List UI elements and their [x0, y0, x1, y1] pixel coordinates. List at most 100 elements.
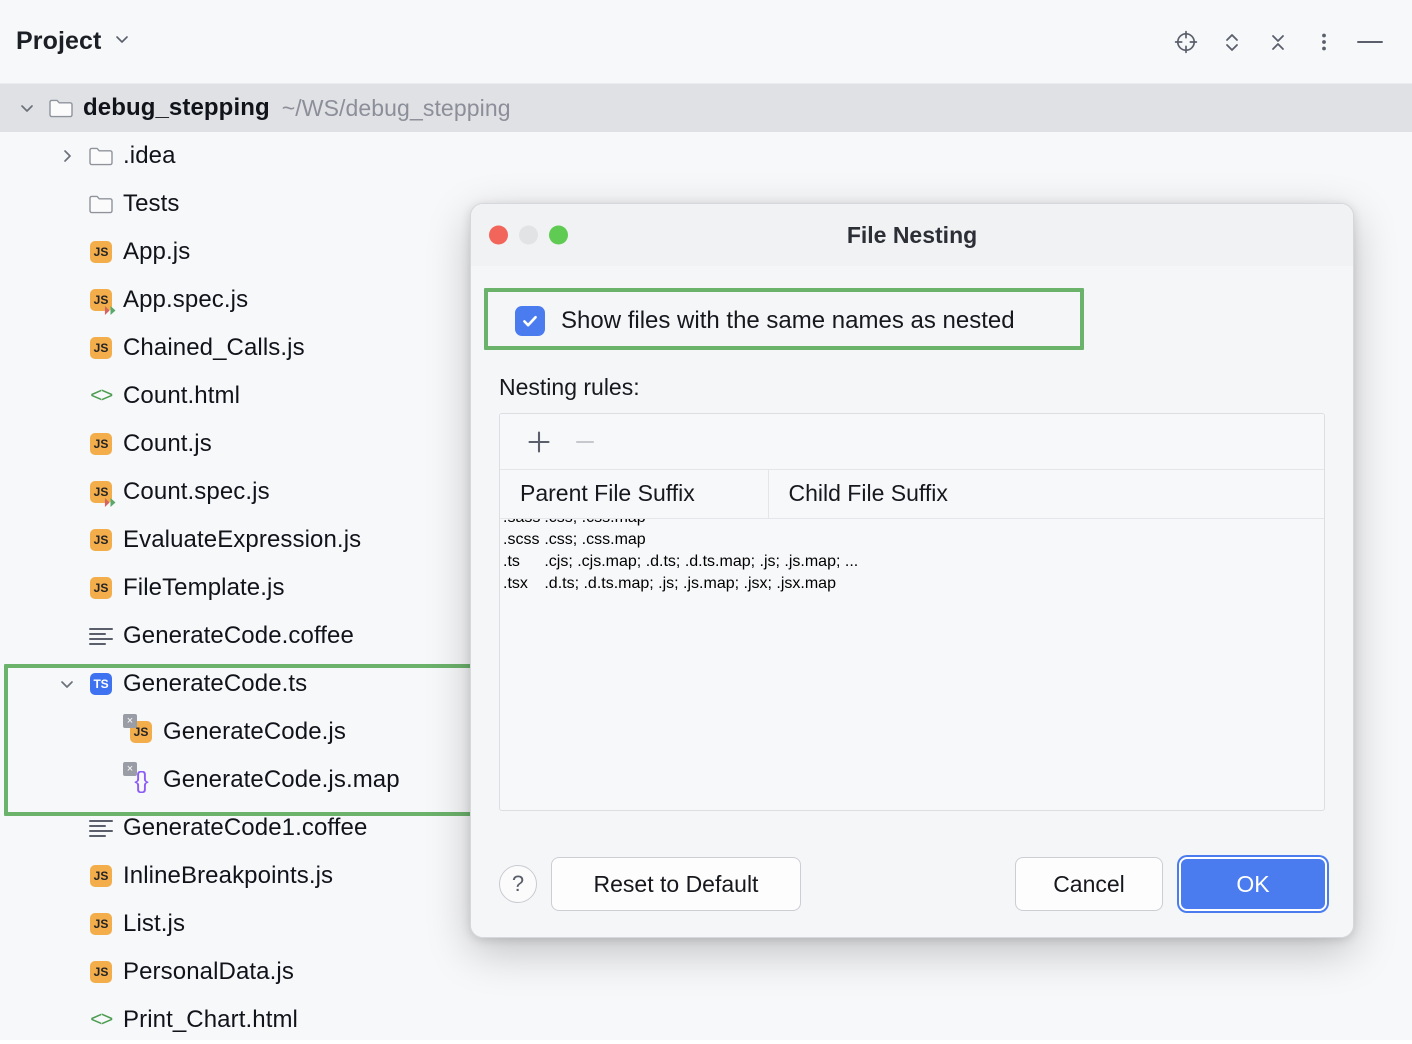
tree-row-label: Count.spec.js — [123, 478, 270, 506]
zoom-icon[interactable] — [549, 226, 568, 245]
folder-icon — [88, 191, 114, 217]
project-panel-title-group[interactable]: Project — [16, 27, 131, 56]
expand-all-icon[interactable] — [1212, 22, 1252, 62]
js-icon: JS — [88, 911, 114, 937]
tree-row-label: .idea — [123, 142, 176, 170]
dialog-title: File Nesting — [471, 222, 1353, 249]
tree-row-label: Tests — [123, 190, 180, 218]
table-row[interactable]: .ts.cjs; .cjs.map; .d.ts; .d.ts.map; .js… — [502, 552, 859, 572]
nesting-rules-table-container: Parent File Suffix Child File Suffix .pu… — [499, 413, 1325, 811]
tree-row-label: GenerateCode.coffee — [123, 622, 354, 650]
coffee-icon — [88, 623, 114, 649]
more-options-icon[interactable] — [1304, 22, 1344, 62]
js-icon: JS× — [128, 719, 154, 745]
plus-icon[interactable] — [518, 421, 560, 463]
project-panel-actions — [1166, 22, 1390, 62]
tree-row-label: EvaluateExpression.js — [123, 526, 361, 554]
show-same-names-nested-label: Show files with the same names as nested — [561, 307, 1015, 335]
nesting-rules-label: Nesting rules: — [499, 374, 1325, 401]
cell-parent-suffix[interactable]: .ts — [502, 552, 541, 572]
minus-icon — [564, 421, 606, 463]
tree-row-label: List.js — [123, 910, 185, 938]
tree-row[interactable]: .idea — [0, 132, 1412, 180]
tree-expand-arrow-icon[interactable] — [56, 673, 78, 695]
collapse-all-icon[interactable] — [1258, 22, 1298, 62]
nesting-rules-table: .pug.html.sass.css; .css.map.scss.css; .… — [500, 519, 861, 596]
locate-in-tree-icon[interactable] — [1166, 22, 1206, 62]
tree-row[interactable]: JS PersonalData.js — [0, 948, 1412, 996]
tree-row-label: FileTemplate.js — [123, 574, 285, 602]
html-icon: <> — [88, 1007, 114, 1033]
tree-row-label: debug_stepping — [83, 94, 270, 122]
js-icon: JS — [88, 479, 114, 505]
dialog-footer: ? Reset to Default Cancel OK — [471, 831, 1354, 937]
minimize-icon[interactable] — [1350, 22, 1390, 62]
excluded-badge-icon: × — [123, 762, 137, 776]
tree-row-label: Count.js — [123, 430, 212, 458]
cell-child-suffix[interactable]: .css; .css.map — [543, 519, 859, 528]
html-icon: <> — [88, 383, 114, 409]
minimize-icon[interactable] — [519, 226, 538, 245]
tree-row-label: PersonalData.js — [123, 958, 294, 986]
file-nesting-dialog: File Nesting Show files with the same na… — [470, 203, 1354, 938]
ts-icon: TS — [88, 671, 114, 697]
cell-parent-suffix[interactable]: .scss — [502, 530, 541, 550]
tree-row-label: InlineBreakpoints.js — [123, 862, 333, 890]
map-icon: {}× — [128, 767, 154, 793]
tree-expand-arrow-icon[interactable] — [16, 97, 38, 119]
tree-row-label: App.spec.js — [123, 286, 248, 314]
check-icon — [520, 311, 540, 331]
column-header-parent-suffix[interactable]: Parent File Suffix — [500, 470, 768, 518]
page-title: Project — [16, 27, 101, 56]
js-icon: JS — [88, 287, 114, 313]
nesting-rules-scroll-viewport[interactable]: .pug.html.sass.css; .css.map.scss.css; .… — [500, 519, 1324, 812]
tree-row-label: GenerateCode1.coffee — [123, 814, 367, 842]
coffee-icon — [88, 815, 114, 841]
cell-child-suffix[interactable]: .css; .css.map — [543, 530, 859, 550]
dialog-titlebar: File Nesting — [471, 204, 1353, 266]
tree-row-label: GenerateCode.js.map — [163, 766, 400, 794]
table-row[interactable]: .tsx.d.ts; .d.ts.map; .js; .js.map; .jsx… — [502, 574, 859, 594]
table-row[interactable]: .sass.css; .css.map — [502, 519, 859, 528]
folder-icon — [88, 143, 114, 169]
window-controls — [489, 226, 568, 245]
close-icon[interactable] — [489, 226, 508, 245]
js-icon: JS — [88, 239, 114, 265]
tree-row[interactable]: <> Print_Chart.html — [0, 996, 1412, 1044]
js-icon: JS — [88, 575, 114, 601]
cell-parent-suffix[interactable]: .sass — [502, 519, 541, 528]
tree-row-label: GenerateCode.js — [163, 718, 346, 746]
js-icon: JS — [88, 863, 114, 889]
tree-row-root[interactable]: debug_stepping ~/WS/debug_stepping — [0, 84, 1412, 132]
tree-row-label: GenerateCode.ts — [123, 670, 307, 698]
reset-to-default-button[interactable]: Reset to Default — [551, 857, 801, 911]
cancel-button[interactable]: Cancel — [1015, 857, 1163, 911]
column-header-child-suffix[interactable]: Child File Suffix — [768, 470, 1324, 518]
cell-parent-suffix[interactable]: .tsx — [502, 574, 541, 594]
tree-row-label: Print_Chart.html — [123, 1006, 298, 1034]
nesting-rules-toolbar — [500, 414, 1324, 470]
table-header-row: Parent File Suffix Child File Suffix — [500, 470, 1324, 518]
ok-button[interactable]: OK — [1179, 857, 1327, 911]
show-same-names-nested-row[interactable]: Show files with the same names as nested — [499, 290, 1325, 352]
tree-row-path-hint: ~/WS/debug_stepping — [282, 95, 511, 122]
js-icon: JS — [88, 335, 114, 361]
tree-row-label: Chained_Calls.js — [123, 334, 305, 362]
js-icon: JS — [88, 431, 114, 457]
chevron-down-icon[interactable] — [113, 30, 131, 53]
nesting-rules-header-table: Parent File Suffix Child File Suffix — [500, 470, 1324, 519]
show-same-names-nested-checkbox[interactable] — [515, 306, 545, 336]
js-icon: JS — [88, 959, 114, 985]
help-button[interactable]: ? — [499, 865, 537, 903]
project-panel-header: Project — [0, 0, 1412, 84]
js-icon: JS — [88, 527, 114, 553]
tree-row-label: App.js — [123, 238, 190, 266]
cell-child-suffix[interactable]: .cjs; .cjs.map; .d.ts; .d.ts.map; .js; .… — [543, 552, 859, 572]
folder-icon — [48, 95, 74, 121]
tree-row-label: Count.html — [123, 382, 240, 410]
tree-expand-arrow-icon[interactable] — [56, 145, 78, 167]
cell-child-suffix[interactable]: .d.ts; .d.ts.map; .js; .js.map; .jsx; .j… — [543, 574, 859, 594]
table-row[interactable]: .scss.css; .css.map — [502, 530, 859, 550]
excluded-badge-icon: × — [123, 714, 137, 728]
dialog-body: Show files with the same names as nested… — [471, 290, 1353, 811]
